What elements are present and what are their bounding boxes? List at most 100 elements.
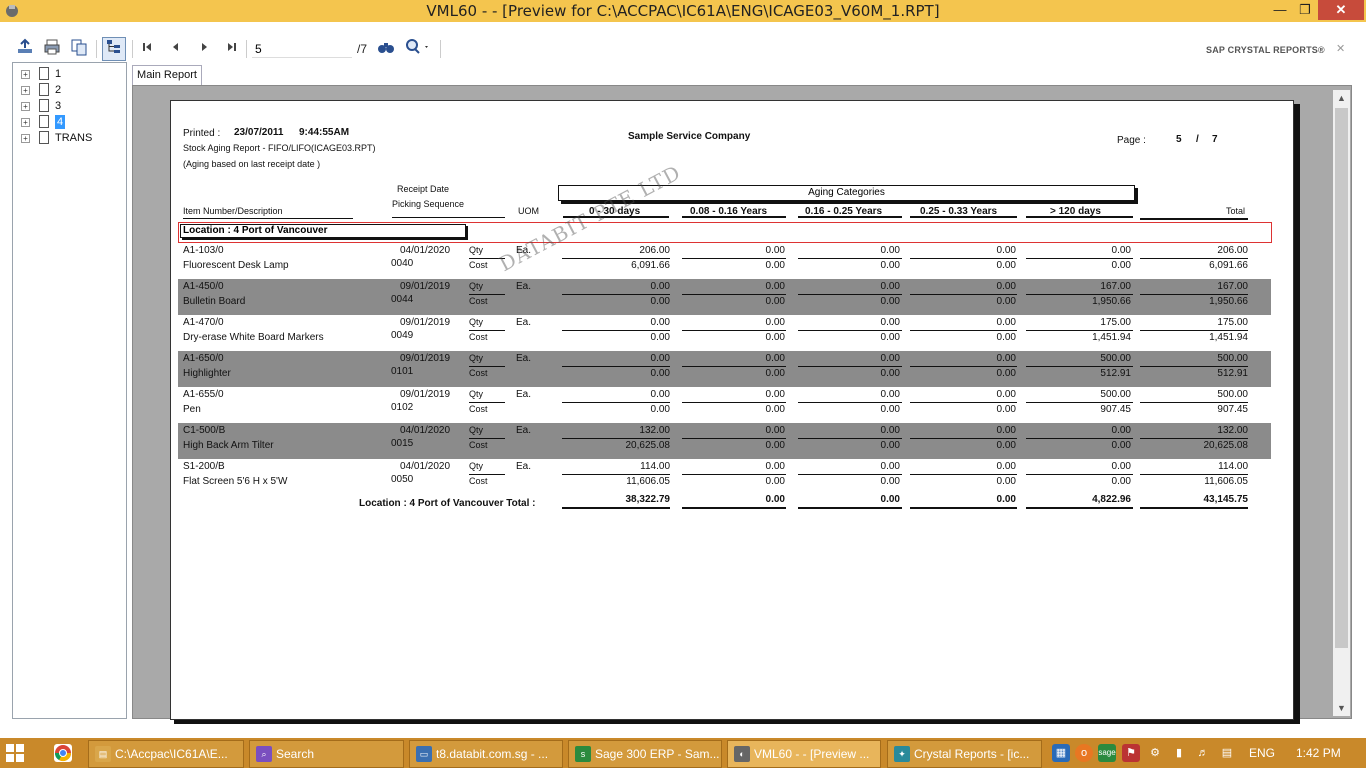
- picking-sequence: 0040: [391, 258, 414, 269]
- taskbar-item[interactable]: ◐ VML60 - - [Preview ...: [727, 740, 881, 768]
- clock[interactable]: 1:42 PM: [1296, 746, 1341, 760]
- receipt-date: 09/01/2019: [400, 317, 451, 328]
- taskbar-item[interactable]: ▤ C:\Accpac\IC61A\E...: [88, 740, 244, 768]
- cost-value: 0.00: [996, 476, 1016, 487]
- minimize-icon[interactable]: —: [1266, 0, 1294, 22]
- cost-value: 0.00: [880, 260, 900, 271]
- network-icon[interactable]: ▤: [1218, 744, 1236, 762]
- picking-sequence: 0049: [391, 330, 414, 341]
- qty-value: 0.00: [880, 353, 900, 364]
- document-icon: [39, 83, 49, 96]
- last-page-icon[interactable]: [221, 38, 243, 60]
- cost-value: 0.00: [996, 296, 1016, 307]
- expand-icon[interactable]: +: [21, 70, 30, 79]
- qty-value: 0.00: [880, 425, 900, 436]
- cost-value: 0.00: [880, 476, 900, 487]
- cost-value: 20,625.08: [625, 440, 671, 451]
- cost-label: Cost: [469, 332, 488, 342]
- close-icon[interactable]: ✕: [1318, 0, 1364, 20]
- restore-icon[interactable]: ❐: [1291, 0, 1319, 22]
- item-number: A1-470/0: [183, 317, 224, 328]
- cost-value: 0.00: [765, 296, 785, 307]
- uom: Ea.: [516, 461, 532, 472]
- zoom-icon[interactable]: [403, 38, 433, 60]
- first-page-icon[interactable]: [136, 38, 158, 60]
- sage-tray-icon[interactable]: sage: [1098, 744, 1116, 762]
- qty-value: 167.00: [1100, 281, 1131, 292]
- print-icon[interactable]: [41, 38, 63, 60]
- scroll-up-icon[interactable]: ▲: [1333, 90, 1350, 106]
- copy-icon[interactable]: [68, 38, 90, 60]
- printed-time: 9:44:55AM: [299, 127, 350, 138]
- page-sep: /: [1196, 134, 1199, 145]
- app-icon: ◐: [734, 746, 750, 762]
- picking-sequence: 0102: [391, 402, 414, 413]
- qty-value: 206.00: [639, 245, 670, 256]
- item-description: Pen: [183, 404, 201, 415]
- close-tab-icon[interactable]: ✕: [1336, 42, 1345, 55]
- picking-sequence: 0044: [391, 294, 414, 305]
- sync-icon[interactable]: ⚙: [1146, 744, 1164, 762]
- cost-value: 1,451.94: [1092, 332, 1131, 343]
- qty-value: 206.00: [1217, 245, 1248, 256]
- brand-logo: SAP CRYSTAL REPORTS®: [1206, 45, 1325, 55]
- cost-value: 0.00: [650, 296, 670, 307]
- document-icon: [39, 131, 49, 144]
- browser-app-icon[interactable]: o: [1075, 744, 1093, 762]
- language-indicator[interactable]: ENG: [1249, 746, 1275, 760]
- tab-main-report[interactable]: Main Report: [132, 65, 202, 85]
- taskbar-item-label: C:\Accpac\IC61A\E...: [115, 747, 228, 761]
- page-number-input[interactable]: [252, 40, 352, 58]
- cost-value: 0.00: [765, 332, 785, 343]
- expand-icon[interactable]: +: [21, 102, 30, 111]
- cost-value: 0.00: [880, 332, 900, 343]
- taskbar-item[interactable]: ⌕ Search: [249, 740, 404, 768]
- taskbar-item[interactable]: ✦ Crystal Reports - [ic...: [887, 740, 1042, 768]
- volume-icon[interactable]: ♬: [1194, 744, 1212, 762]
- expand-icon[interactable]: +: [21, 86, 30, 95]
- taskbar-item[interactable]: ▭ t8.databit.com.sg - ...: [409, 740, 563, 768]
- window-title: VML60 - - [Preview for C:\ACCPAC\IC61A\E…: [426, 2, 940, 20]
- group-tree-icon[interactable]: [102, 37, 126, 61]
- binoculars-icon[interactable]: [375, 38, 397, 60]
- chrome-icon[interactable]: [54, 744, 72, 762]
- cost-value: 0.00: [996, 440, 1016, 451]
- qty-value: 0.00: [765, 389, 785, 400]
- next-page-icon[interactable]: [193, 38, 215, 60]
- item-description: Bulletin Board: [183, 296, 246, 307]
- start-button[interactable]: [6, 744, 24, 762]
- cost-value: 0.00: [650, 368, 670, 379]
- qty-value: 0.00: [765, 353, 785, 364]
- header-picking-sequence: Picking Sequence: [392, 199, 465, 209]
- receipt-date: 04/01/2020: [400, 425, 451, 436]
- qty-value: 500.00: [1217, 389, 1248, 400]
- cost-label: Cost: [469, 368, 488, 378]
- qty-value: 0.00: [1111, 245, 1131, 256]
- cost-value: 907.45: [1217, 404, 1248, 415]
- flag-icon[interactable]: ⚑: [1122, 744, 1140, 762]
- report-name: Stock Aging Report - FIFO/LIFO(ICAGE03.R…: [183, 143, 376, 153]
- item-number: A1-103/0: [183, 245, 224, 256]
- cost-value: 0.00: [996, 368, 1016, 379]
- vertical-scrollbar[interactable]: ▲ ▼: [1333, 90, 1350, 716]
- qty-value: 132.00: [1217, 425, 1248, 436]
- scroll-down-icon[interactable]: ▼: [1333, 700, 1350, 716]
- scrollbar-thumb[interactable]: [1335, 108, 1348, 648]
- taskbar-item[interactable]: s Sage 300 ERP - Sam...: [568, 740, 722, 768]
- network-app-icon[interactable]: ▦: [1052, 744, 1070, 762]
- expand-icon[interactable]: +: [21, 134, 30, 143]
- expand-icon[interactable]: +: [21, 118, 30, 127]
- total-value: 4,822.96: [1092, 494, 1131, 505]
- battery-icon[interactable]: ▮: [1170, 744, 1188, 762]
- item-number: A1-450/0: [183, 281, 224, 292]
- export-icon[interactable]: [14, 38, 36, 60]
- item-description: High Back Arm Tilter: [183, 440, 274, 451]
- location-heading: Location : 4 Port of Vancouver: [180, 224, 466, 238]
- cost-value: 11,606.05: [626, 476, 670, 487]
- cost-value: 0.00: [996, 332, 1016, 343]
- document-icon: [39, 115, 49, 128]
- qty-value: 175.00: [1217, 317, 1248, 328]
- picking-sequence: 0101: [391, 366, 414, 377]
- title-bar: VML60 - - [Preview for C:\ACCPAC\IC61A\E…: [0, 0, 1366, 22]
- previous-page-icon[interactable]: [164, 38, 186, 60]
